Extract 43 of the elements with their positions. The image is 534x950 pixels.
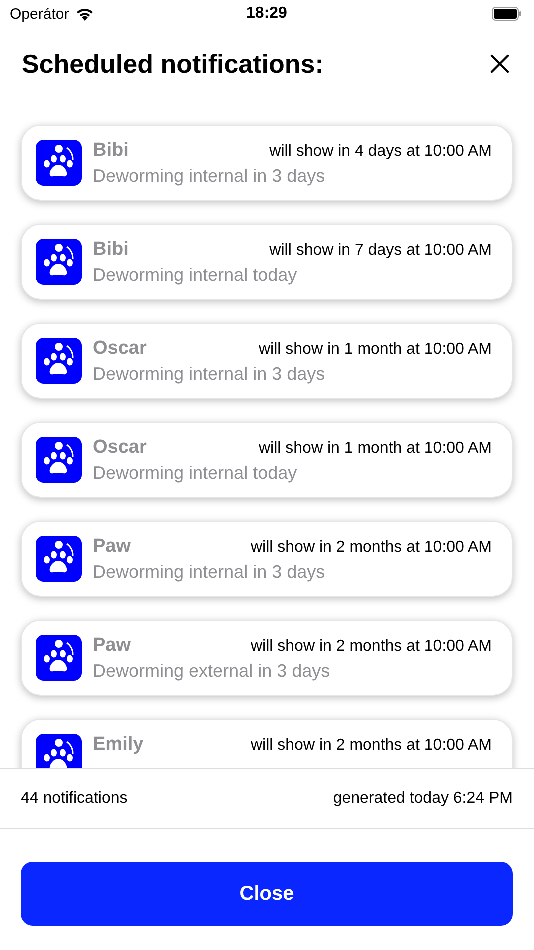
notification-card[interactable]: Paw will show in 2 months at 10:00 AM Deworming internal in 3 days: [21, 521, 513, 597]
pet-name: Oscar: [93, 338, 147, 360]
paw-icon: [36, 734, 82, 768]
pet-name: Oscar: [93, 437, 147, 459]
clock-time: 18:29: [246, 5, 288, 23]
close-icon[interactable]: [490, 54, 510, 74]
pet-name: Paw: [93, 536, 132, 558]
generated-time: generated today 6:24 PM: [333, 790, 513, 808]
notification-card[interactable]: Bibi will show in 7 days at 10:00 AM Deworming internal today: [21, 224, 513, 300]
screen-title: Scheduled notifications:: [22, 48, 324, 80]
paw-icon: [36, 536, 82, 582]
notification-message: Deworming internal today: [93, 265, 298, 286]
wifi-icon: [75, 6, 96, 22]
battery-icon: [492, 7, 522, 21]
paw-icon: [36, 437, 82, 483]
close-button[interactable]: Close: [21, 862, 513, 926]
pet-name: Emily: [93, 734, 144, 756]
schedule-time: will show in 2 months at 10:00 AM: [250, 539, 492, 557]
schedule-time: will show in 2 months at 10:00 AM: [250, 737, 492, 755]
notification-count: 44 notifications: [21, 790, 128, 808]
paw-icon: [36, 140, 82, 186]
notification-card[interactable]: Oscar will show in 1 month at 10:00 AM Deworming internal in 3 days: [21, 323, 513, 399]
notification-message: Deworming internal in 3 days: [93, 166, 326, 187]
notification-message: Deworming external in 3 days: [93, 661, 332, 682]
notification-message: Deworming internal today: [93, 463, 298, 484]
schedule-time: will show in 1 month at 10:00 AM: [258, 440, 492, 458]
schedule-time: will show in 4 days at 10:00 AM: [270, 143, 492, 161]
carrier-name: Operátor: [10, 6, 70, 22]
notification-card[interactable]: Oscar will show in 1 month at 10:00 AM Deworming internal today: [21, 422, 513, 498]
schedule-time: will show in 7 days at 10:00 AM: [270, 242, 492, 260]
pet-name: Paw: [93, 635, 132, 657]
schedule-time: will show in 1 month at 10:00 AM: [258, 341, 492, 359]
notification-message: Deworming internal in 3 days: [93, 562, 326, 583]
notification-card[interactable]: Bibi will show in 4 days at 10:00 AM Deworming internal in 3 days: [21, 125, 513, 201]
notification-message: Deworming internal in 3 days: [93, 364, 326, 385]
pet-name: Bibi: [93, 140, 129, 162]
paw-icon: [36, 239, 82, 285]
pet-name: Bibi: [93, 239, 129, 261]
notification-card[interactable]: Emily will show in 2 months at 10:00 AM: [21, 719, 513, 768]
notification-card[interactable]: Paw will show in 2 months at 10:00 AM Deworming external in 3 days: [21, 620, 513, 696]
paw-icon: [36, 635, 82, 681]
schedule-time: will show in 2 months at 10:00 AM: [250, 638, 492, 656]
paw-icon: [36, 338, 82, 384]
